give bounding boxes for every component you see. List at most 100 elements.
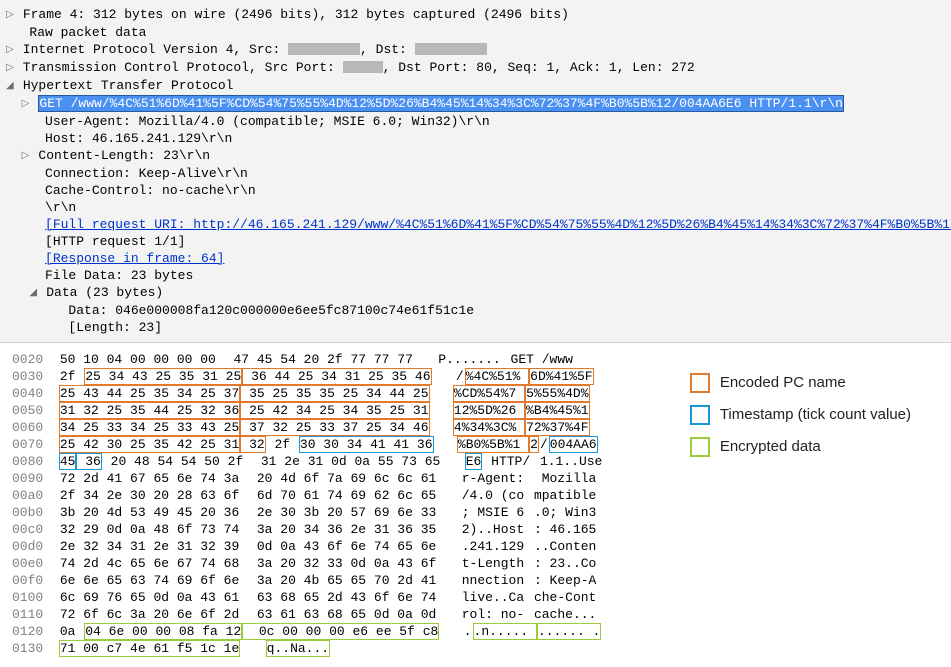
collapse-icon[interactable]: ◢	[29, 285, 38, 302]
ascii-seg: t-Length	[461, 555, 533, 572]
hex-seg: 32	[240, 436, 265, 453]
ascii-seg: live..Ca	[461, 589, 533, 606]
hex-row[interactable]: 00b0 3b 20 4d 53 49 45 20 36 2e 30 3b 20…	[12, 504, 939, 521]
data-val-row[interactable]: Data: 046e000008fa120c000000e6ee5fc87100…	[2, 302, 951, 319]
hex-seg	[240, 640, 242, 657]
data-header: Data (23 bytes)	[46, 285, 163, 300]
hex-seg: 32 29 0d 0a 48 6f 73 74	[59, 521, 240, 538]
hex-seg: 50 10 04 00 00 00 00	[59, 351, 225, 368]
host: Host: 46.165.241.129\r\n	[45, 131, 232, 146]
hex-row[interactable]: 0020 50 10 04 00 00 00 00 47 45 54 20 2f…	[12, 351, 939, 368]
data-len-row[interactable]: [Length: 23]	[2, 319, 951, 336]
ascii-seg: Mozilla	[533, 470, 597, 487]
hex-row[interactable]: 0110 72 6f 6c 3a 20 6e 6f 2d 63 61 63 68…	[12, 606, 939, 623]
redacted-src	[288, 43, 360, 55]
tcp-row[interactable]: ▷ Transmission Control Protocol, Src Por…	[2, 59, 951, 77]
offset: 00a0	[12, 488, 43, 503]
hex-row[interactable]: 0130 71 00 c7 4e 61 f5 1c 1e q..Na...	[12, 640, 939, 657]
host-row[interactable]: Host: 46.165.241.129\r\n	[2, 130, 951, 147]
ascii-seg: 2)..Host	[461, 521, 533, 538]
hex-row[interactable]: 00a0 2f 34 2e 30 20 28 63 6f 6d 70 61 74…	[12, 487, 939, 504]
expand-icon[interactable]: ▷	[6, 42, 15, 59]
resp-row[interactable]: [Response in frame: 64]	[2, 250, 951, 267]
clen-row[interactable]: ▷ Content-Length: 23\r\n	[2, 147, 951, 165]
ascii-seg: /	[539, 436, 549, 453]
hex-seg: 63 61 63 68 65 0d 0a 0d	[240, 606, 437, 623]
ascii-seg: .	[463, 623, 473, 640]
hex-row[interactable]: 0100 6c 69 76 65 0d 0a 43 61 63 68 65 2d…	[12, 589, 939, 606]
ascii-seg: 1.1..Use	[539, 453, 603, 470]
offset: 0120	[12, 624, 43, 639]
ascii-seg: %4C%51%	[465, 368, 529, 385]
user-agent: User-Agent: Mozilla/4.0 (compatible; MSI…	[45, 114, 490, 129]
hex-seg: 0d 0a 43 6f 6e 74 65 6e	[240, 538, 437, 555]
hex-row[interactable]: 0120 0a 04 6e 00 00 08 fa 12 0c 00 00 00…	[12, 623, 939, 640]
expand-icon[interactable]: ▷	[22, 96, 31, 113]
hex-row[interactable]: 0090 72 2d 41 67 65 6e 74 3a 20 4d 6f 7a…	[12, 470, 939, 487]
hex-seg: 72 6f 6c 3a 20 6e 6f 2d	[59, 606, 240, 623]
ascii-seg: 2	[529, 436, 539, 453]
redacted-port	[343, 61, 383, 73]
hex-seg: 6e 6e 65 63 74 69 6f 6e	[59, 572, 240, 589]
http-header: Hypertext Transfer Protocol	[23, 78, 234, 93]
swatch-green	[690, 437, 710, 457]
hex-seg: 6c 69 76 65 0d 0a 43 61	[59, 589, 240, 606]
hex-row[interactable]: 00f0 6e 6e 65 63 74 69 6f 6e 3a 20 4b 65…	[12, 572, 939, 589]
hex-seg: 25 42 30 25 35 42 25 31	[59, 436, 240, 453]
offset: 00f0	[12, 573, 43, 588]
offset: 00e0	[12, 556, 43, 571]
filedata-row[interactable]: File Data: 23 bytes	[2, 267, 951, 284]
hex-seg: 25 42 34 25 34 35 25 31	[240, 402, 429, 419]
response-frame-link[interactable]: [Response in frame: 64]	[45, 251, 224, 266]
hex-seg: 34 25 33 34 25 33 43 25	[59, 419, 240, 436]
http-get-line[interactable]: GET /www/%4C%51%6D%41%5F%CD%54%75%55%4D%…	[38, 95, 844, 112]
ascii-seg: 5%55%4D%	[525, 385, 589, 402]
conn-row[interactable]: Connection: Keep-Alive\r\n	[2, 165, 951, 182]
offset: 0100	[12, 590, 43, 605]
ipv4-row[interactable]: ▷ Internet Protocol Version 4, Src: , Ds…	[2, 41, 951, 59]
expand-icon[interactable]: ▷	[6, 7, 15, 24]
expand-icon[interactable]: ▷	[22, 148, 31, 165]
frame-row[interactable]: ▷ Frame 4: 312 bytes on wire (2496 bits)…	[2, 6, 951, 24]
hex-bytes-pane[interactable]: 0020 50 10 04 00 00 00 00 47 45 54 20 2f…	[0, 343, 951, 667]
frame-summary: Frame 4: 312 bytes on wire (2496 bits), …	[23, 7, 569, 22]
ascii-seg: .241.129	[461, 538, 533, 555]
offset: 0110	[12, 607, 43, 622]
hex-row[interactable]: 00d0 2e 32 34 31 2e 31 32 39 0d 0a 43 6f…	[12, 538, 939, 555]
ascii-seg: 004AA6	[549, 436, 598, 453]
offset: 00d0	[12, 539, 43, 554]
ascii-seg: %B0%5B%1	[457, 436, 529, 453]
data-head-row[interactable]: ◢ Data (23 bytes)	[2, 284, 951, 302]
packet-details-pane[interactable]: ▷ Frame 4: 312 bytes on wire (2496 bits)…	[0, 0, 951, 343]
ascii-seg: q..Na...	[266, 640, 330, 657]
offset: 0060	[12, 420, 43, 435]
ascii-seg: ...... .	[537, 623, 601, 640]
hex-seg: 20 48 54 54 50 2f	[102, 453, 244, 470]
collapse-icon[interactable]: ◢	[6, 78, 15, 95]
ascii-seg: 6D%41%5F	[529, 368, 593, 385]
hex-seg: 25 34 43 25 35 31 25	[84, 368, 242, 385]
hex-seg: 31 2e 31 0d 0a 55 73 65	[244, 453, 441, 470]
hex-row[interactable]: 00c0 32 29 0d 0a 48 6f 73 74 3a 20 34 36…	[12, 521, 939, 538]
expand-icon[interactable]: ▷	[6, 60, 15, 77]
ascii-seg: .n.....	[473, 623, 537, 640]
crlf-row[interactable]: \r\n	[2, 199, 951, 216]
http-row[interactable]: ◢ Hypertext Transfer Protocol	[2, 77, 951, 95]
legend-ts: Timestamp (tick count value)	[690, 401, 911, 429]
hex-seg: 3a 20 4b 65 65 70 2d 41	[240, 572, 437, 589]
full-uri-link[interactable]: [Full request URI: http://46.165.241.129…	[45, 217, 951, 232]
ascii-seg: : Keep-A	[533, 572, 597, 589]
legend-enc: Encrypted data	[690, 433, 911, 461]
httpreq-row[interactable]: [HTTP request 1/1]	[2, 233, 951, 250]
hex-seg: 2f 34 2e 30 20 28 63 6f	[59, 487, 240, 504]
hex-row[interactable]: 00e0 74 2d 4c 65 6e 67 74 68 3a 20 32 33…	[12, 555, 939, 572]
raw-row[interactable]: Raw packet data	[2, 24, 951, 41]
cache-row[interactable]: Cache-Control: no-cache\r\n	[2, 182, 951, 199]
ascii-seg: 72%37%4F	[525, 419, 589, 436]
ua-row[interactable]: User-Agent: Mozilla/4.0 (compatible; MSI…	[2, 113, 951, 130]
http-get-row[interactable]: ▷ GET /www/%4C%51%6D%41%5F%CD%54%75%55%4…	[2, 95, 951, 113]
hex-seg: 20 4d 6f 7a 69 6c 6c 61	[240, 470, 437, 487]
full-uri-row[interactable]: [Full request URI: http://46.165.241.129…	[2, 216, 951, 233]
offset: 0070	[12, 437, 43, 452]
ascii-seg: .0; Win3	[533, 504, 597, 521]
